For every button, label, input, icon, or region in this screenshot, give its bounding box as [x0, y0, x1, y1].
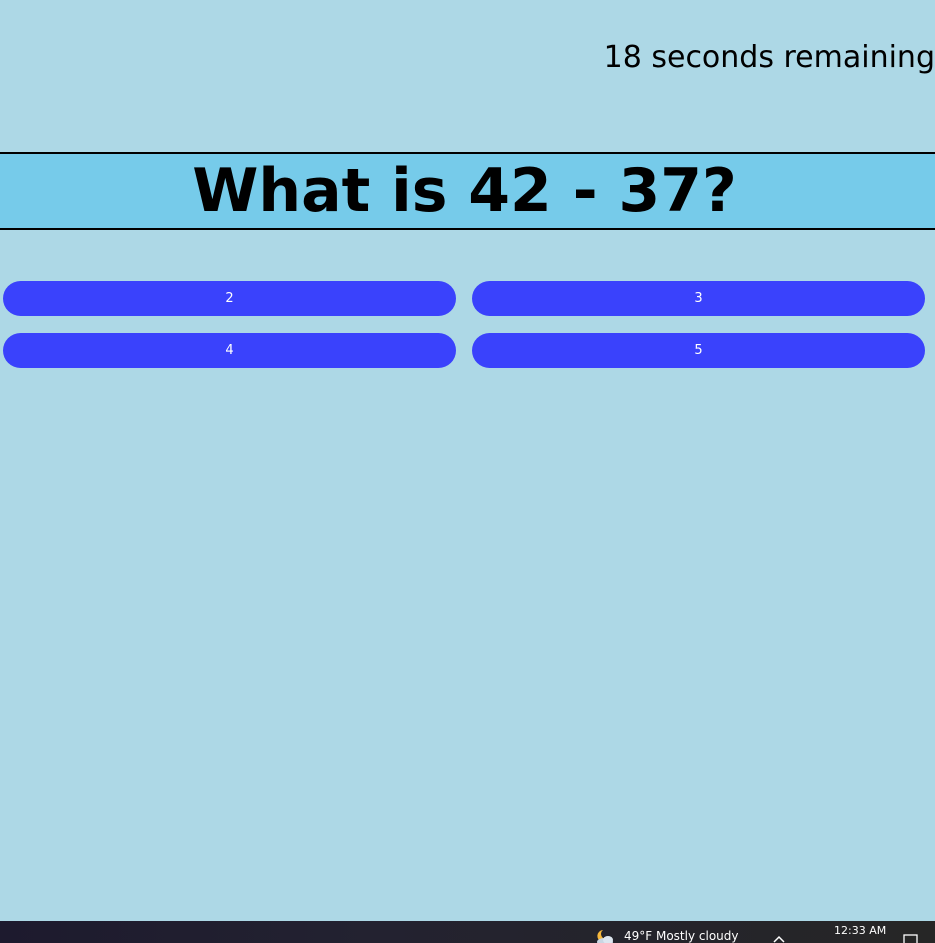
answer-button[interactable]: 2: [3, 281, 456, 316]
question-text: What is 42 - 37?: [192, 156, 737, 226]
question-box: What is 42 - 37?: [0, 152, 935, 230]
answer-button[interactable]: 4: [3, 333, 456, 368]
answer-button[interactable]: 3: [472, 281, 925, 316]
weather-widget[interactable]: 49°F Mostly cloudy: [594, 929, 739, 943]
partly-cloudy-night-icon: [594, 929, 616, 943]
answer-button[interactable]: 5: [472, 333, 925, 368]
taskbar-clock[interactable]: 12:33 AM: [834, 924, 886, 938]
taskbar: 49°F Mostly cloudy 12:33 AM: [0, 921, 935, 943]
chevron-up-icon[interactable]: [772, 931, 786, 943]
quiz-page: 18 seconds remaining What is 42 - 37? 2 …: [0, 0, 935, 943]
countdown-timer: 18 seconds remaining: [603, 40, 935, 75]
notification-icon[interactable]: [903, 933, 919, 943]
answer-grid: 2 3 4 5: [3, 281, 925, 368]
weather-text: 49°F Mostly cloudy: [624, 929, 739, 943]
